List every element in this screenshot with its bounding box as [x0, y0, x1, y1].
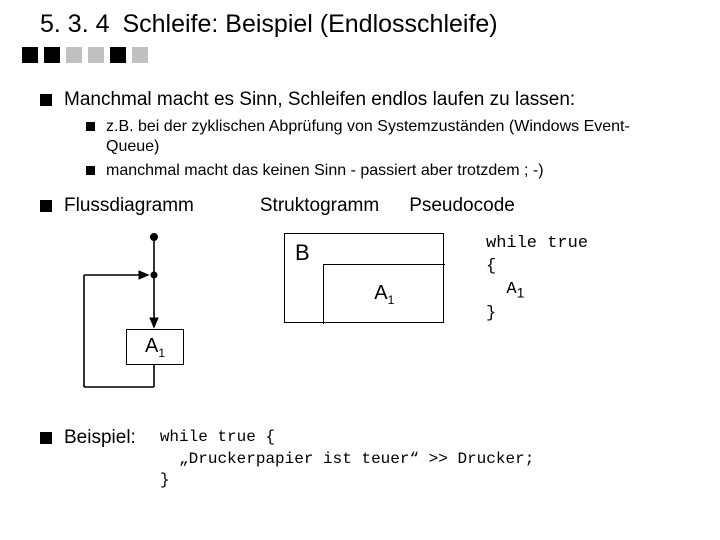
- struktogramm: B A1: [284, 233, 444, 323]
- code-line: „Druckerpapier ist teuer“ >> Drucker;: [160, 450, 534, 468]
- bullet-text: Manchmal macht es Sinn, Schleifen endlos…: [64, 89, 575, 110]
- main-list: Manchmal macht es Sinn, Schleifen endlos…: [40, 89, 680, 217]
- diagram-row: A1 B A1 while true { A1 }: [64, 227, 680, 397]
- struktogramm-a1-label: A: [374, 282, 387, 304]
- code-line: A: [486, 280, 517, 299]
- pseudocode-block: while true { A1 }: [486, 233, 588, 326]
- square-icon: [110, 47, 126, 63]
- example-row: Beispiel: while true { „Druckerpapier is…: [40, 427, 680, 492]
- flowchart-box-a1: A1: [126, 329, 184, 365]
- section-number: 5. 3. 4: [40, 10, 110, 38]
- square-icon: [66, 47, 82, 63]
- code-line: }: [486, 304, 496, 323]
- sub-bullet-text: manchmal macht das keinen Sinn - passier…: [106, 162, 544, 179]
- flowchart-svg: [64, 227, 214, 397]
- struktogramm-inner: A1: [323, 264, 445, 324]
- page-title: 5. 3. 4 Schleife: Beispiel (Endlosschlei…: [40, 10, 680, 39]
- slide: 5. 3. 4 Schleife: Beispiel (Endlosschlei…: [0, 0, 720, 492]
- square-icon: [88, 47, 104, 63]
- example-label: Beispiel:: [40, 427, 136, 449]
- square-icon: [22, 47, 38, 63]
- sub-bullet-text: z.B. bei der zyklischen Abprüfung von Sy…: [106, 118, 630, 155]
- col-struktogramm: Struktogramm: [260, 195, 379, 217]
- col-flussdiagramm: Flussdiagramm: [64, 195, 194, 217]
- bullet-intro: Manchmal macht es Sinn, Schleifen endlos…: [40, 89, 680, 181]
- flowchart: A1: [64, 227, 214, 397]
- struktogramm-outer: B A1: [284, 233, 444, 323]
- bullet-columns: Flussdiagramm Struktogramm Pseudocode: [40, 195, 680, 217]
- struktogramm-b-label: B: [295, 240, 310, 266]
- code-line: while true {: [160, 428, 275, 446]
- flowchart-a1-label: A: [145, 335, 158, 357]
- square-icon: [44, 47, 60, 63]
- col-pseudocode: Pseudocode: [409, 195, 515, 217]
- square-icon: [132, 47, 148, 63]
- decorative-squares: [22, 47, 680, 63]
- sub-bullet: manchmal macht das keinen Sinn - passier…: [86, 161, 680, 181]
- code-line: }: [160, 471, 170, 489]
- section-title: Schleife: Beispiel (Endlosschleife): [122, 10, 497, 38]
- sub-bullet: z.B. bei der zyklischen Abprüfung von Sy…: [86, 117, 680, 157]
- sub-list: z.B. bei der zyklischen Abprüfung von Sy…: [86, 117, 680, 181]
- code-line: while true: [486, 234, 588, 253]
- code-line: {: [486, 257, 496, 276]
- example-code: while true { „Druckerpapier ist teuer“ >…: [160, 427, 534, 492]
